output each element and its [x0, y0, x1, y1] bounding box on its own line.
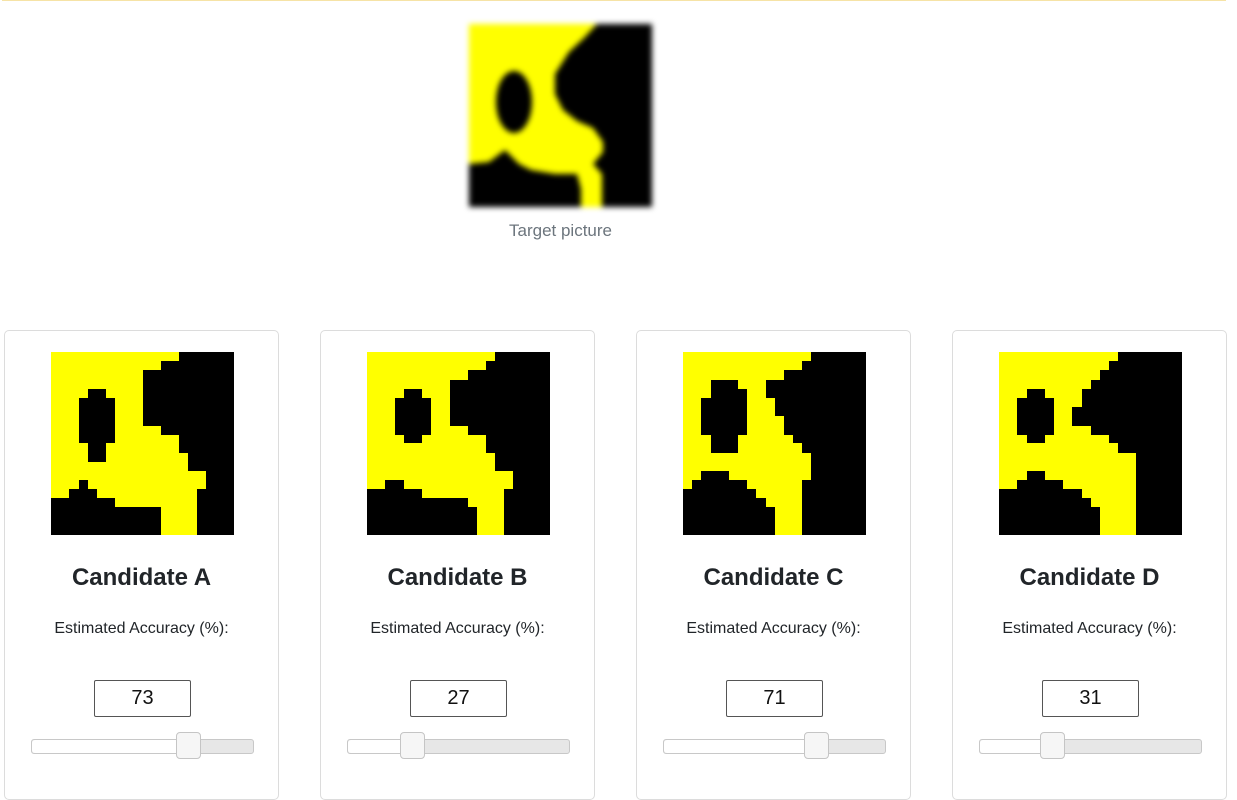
- accuracy-slider[interactable]: [663, 739, 886, 754]
- accuracy-slider[interactable]: [979, 739, 1202, 754]
- accuracy-label: Estimated Accuracy (%):: [370, 620, 545, 637]
- target-picture-block: Target picture: [469, 24, 652, 240]
- candidate-card-c: Candidate C Estimated Accuracy (%): 71: [636, 330, 911, 800]
- accuracy-input[interactable]: 31: [1042, 680, 1139, 717]
- accuracy-label: Estimated Accuracy (%):: [686, 620, 861, 637]
- slider-fill: [32, 740, 189, 753]
- accuracy-input[interactable]: 71: [726, 680, 823, 717]
- accuracy-input[interactable]: 73: [94, 680, 191, 717]
- candidate-cards: Candidate A Estimated Accuracy (%): 73 C…: [0, 330, 1237, 800]
- target-picture: [469, 24, 652, 207]
- candidate-title: Candidate C: [703, 564, 844, 591]
- candidate-card-a: Candidate A Estimated Accuracy (%): 73: [4, 330, 279, 800]
- accuracy-slider[interactable]: [347, 739, 570, 754]
- slider-thumb[interactable]: [176, 732, 201, 759]
- candidate-title: Candidate D: [1019, 564, 1160, 591]
- top-divider: [2, 0, 1226, 1]
- accuracy-input[interactable]: 27: [410, 680, 507, 717]
- slider-fill: [664, 740, 817, 753]
- slider-thumb[interactable]: [400, 732, 425, 759]
- candidate-card-d: Candidate D Estimated Accuracy (%): 31: [952, 330, 1227, 800]
- target-caption: Target picture: [509, 221, 612, 240]
- candidate-c-picture[interactable]: [683, 352, 866, 535]
- candidate-title: Candidate A: [71, 564, 212, 591]
- slider-thumb[interactable]: [804, 732, 829, 759]
- candidate-title: Candidate B: [387, 564, 528, 591]
- candidate-d-picture[interactable]: [999, 352, 1182, 535]
- candidate-card-b: Candidate B Estimated Accuracy (%): 27: [320, 330, 595, 800]
- accuracy-label: Estimated Accuracy (%):: [1002, 620, 1177, 637]
- accuracy-label: Estimated Accuracy (%):: [54, 620, 229, 637]
- accuracy-slider[interactable]: [31, 739, 254, 754]
- slider-thumb[interactable]: [1040, 732, 1065, 759]
- candidate-a-picture[interactable]: [51, 352, 234, 535]
- candidate-b-picture[interactable]: [367, 352, 550, 535]
